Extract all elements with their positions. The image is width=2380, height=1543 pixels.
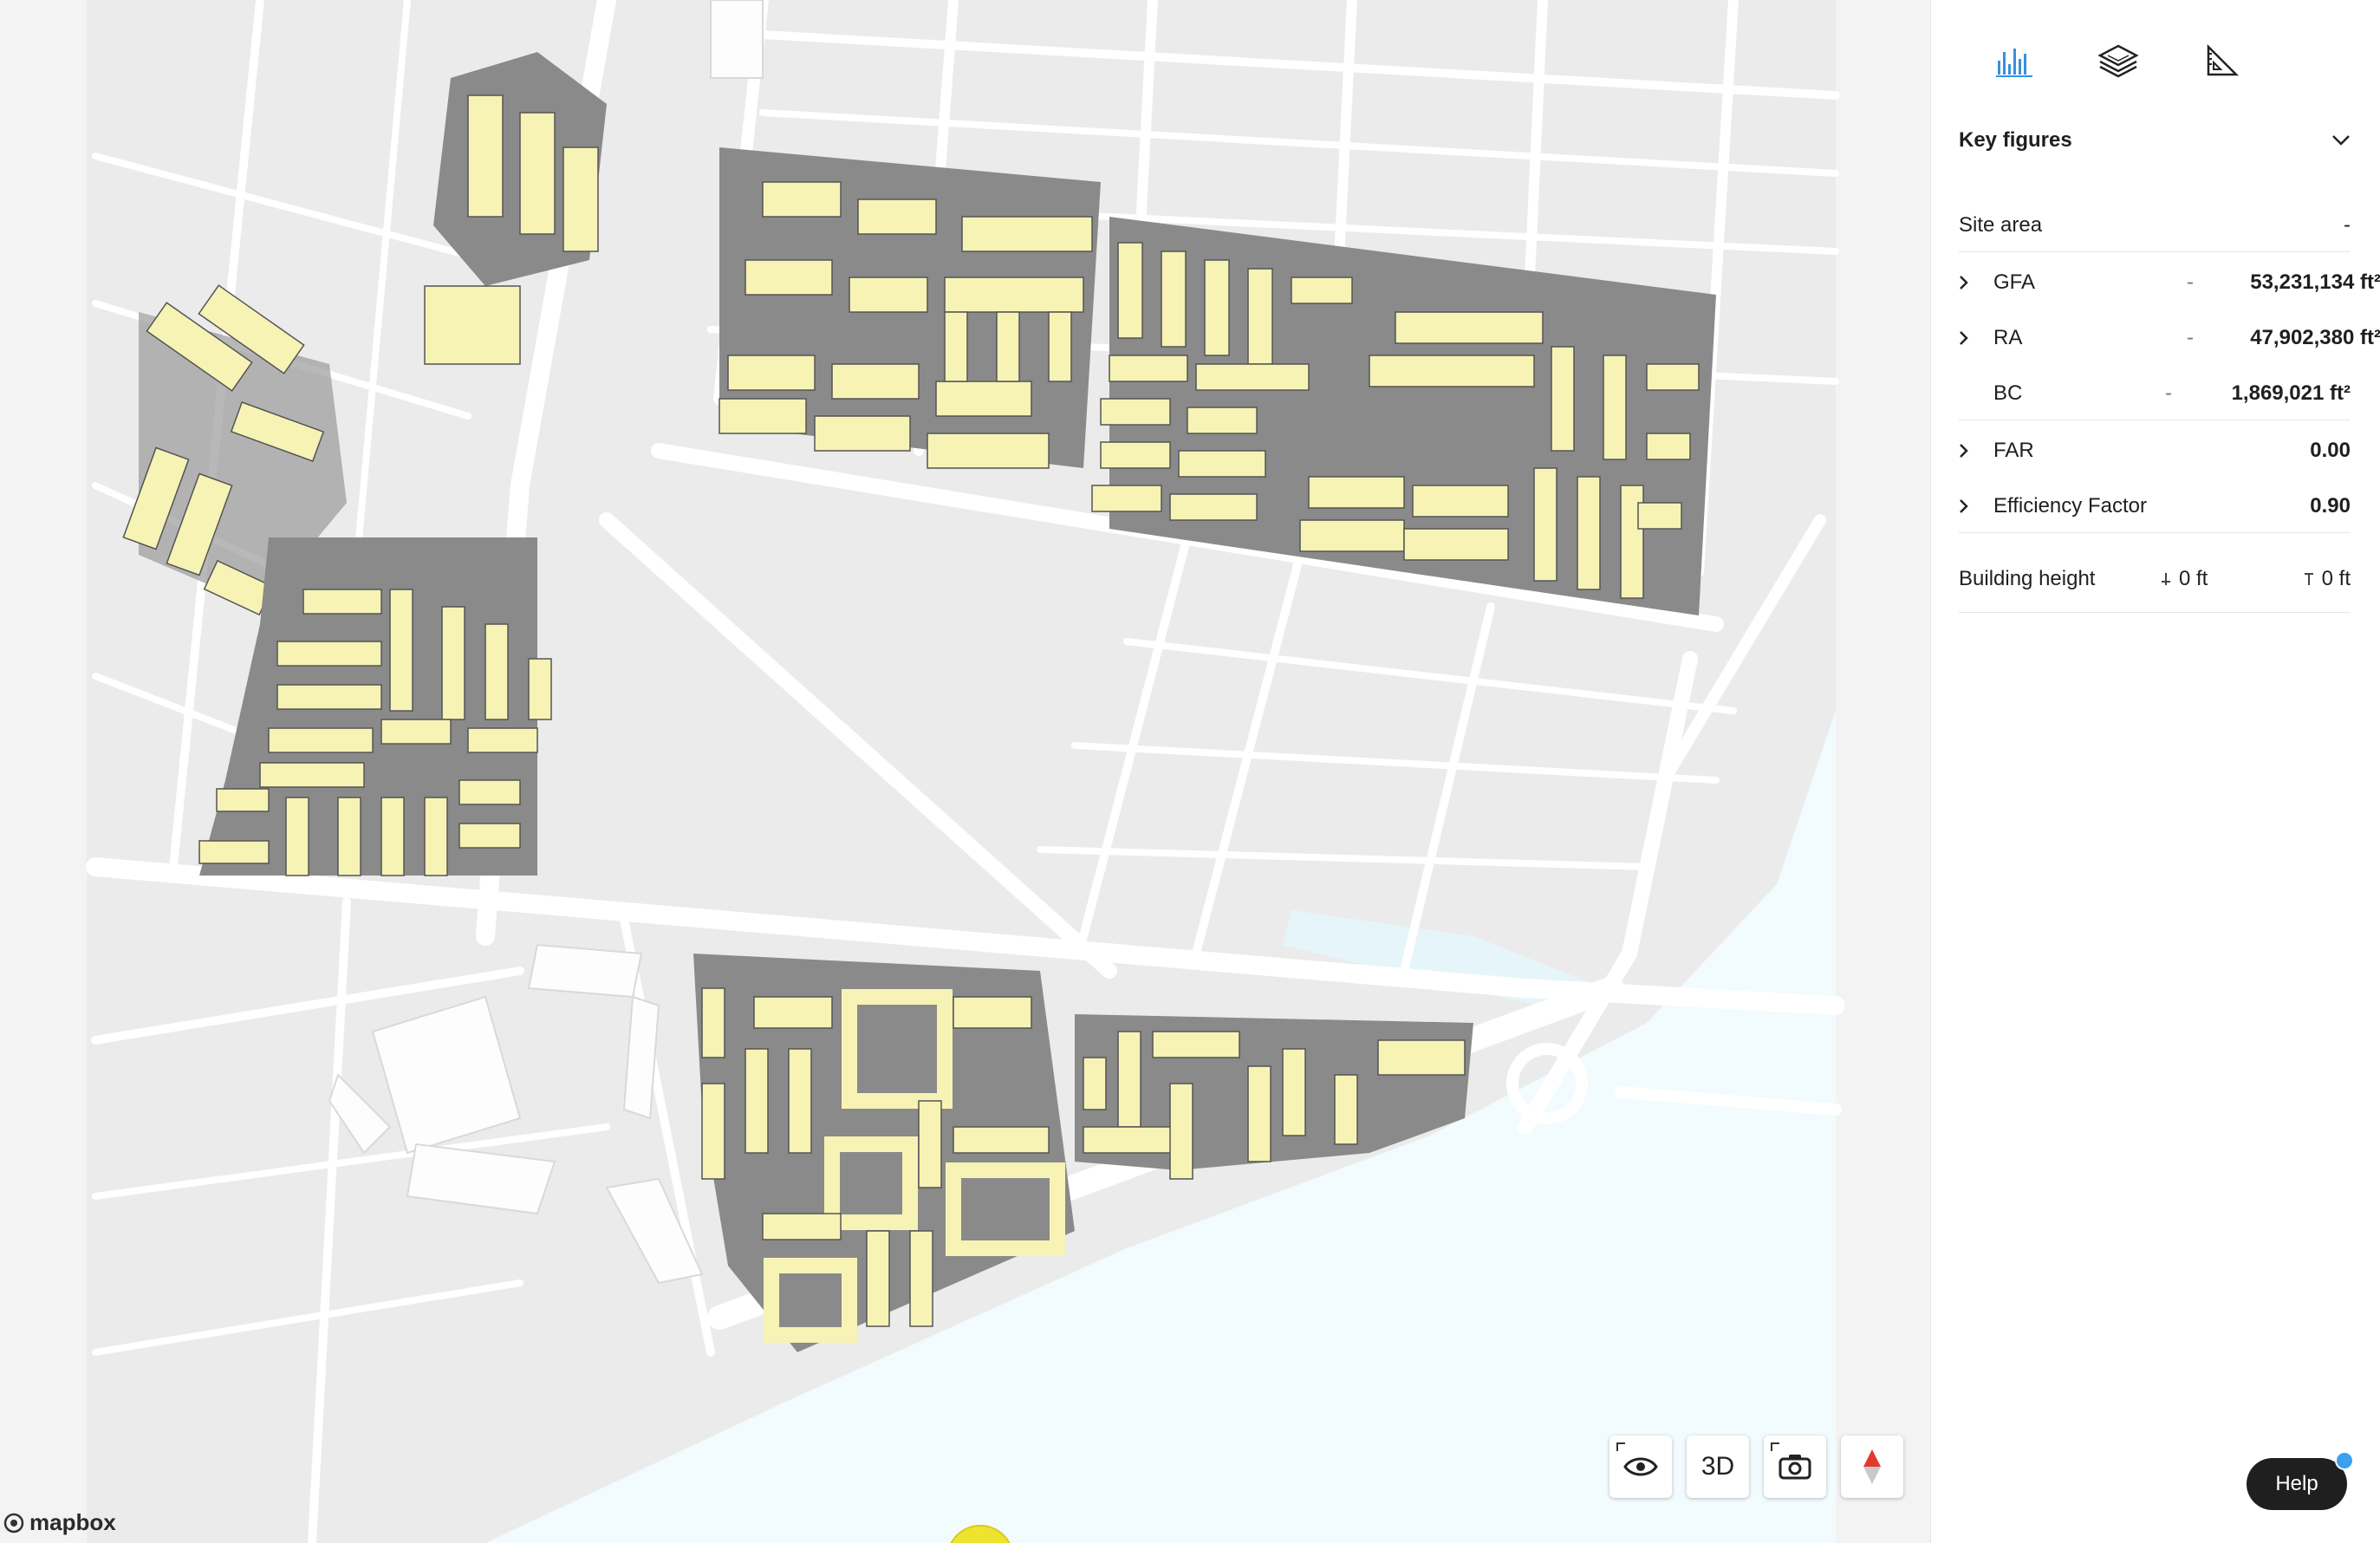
bar-chart-icon <box>1996 49 2032 77</box>
tab-measure[interactable] <box>2200 38 2245 83</box>
row-ra[interactable]: RA - 47,902,380 ft² <box>1959 312 2380 364</box>
row-building-height: Building height 0 ft 0 ft <box>1959 546 2351 613</box>
visibility-toggle-button[interactable] <box>1609 1436 1672 1498</box>
3d-label: 3D <box>1700 1452 1735 1481</box>
mapbox-label: mapbox <box>29 1509 116 1535</box>
help-button[interactable]: Help <box>2247 1458 2347 1510</box>
help-label: Help <box>2275 1472 2318 1495</box>
tab-layers[interactable] <box>2096 38 2141 83</box>
row-site-area: Site area - <box>1959 199 2351 252</box>
building-height-label: Building height <box>1959 567 2096 590</box>
side-panel: Key figures Site area - GFA - 53,231,134… <box>1930 0 2380 1543</box>
section-title: Key figures <box>1959 128 2072 152</box>
corner-mark <box>1616 1442 1625 1451</box>
panel-tabs <box>1931 38 2380 83</box>
map-controls: 3D <box>1609 1436 1903 1498</box>
mapbox-attribution[interactable]: mapbox <box>3 1509 116 1536</box>
3d-toggle-button[interactable]: 3D <box>1687 1436 1749 1498</box>
mapbox-icon <box>3 1513 24 1533</box>
height-min-icon <box>2162 573 2170 585</box>
chevron-right-icon[interactable] <box>1959 275 1993 290</box>
building-height-min: 0 ft <box>2160 567 2281 591</box>
row-far[interactable]: FAR 0.00 <box>1959 425 2351 477</box>
help-notification-dot <box>2335 1451 2354 1470</box>
far-value: 0.00 <box>2310 439 2351 462</box>
building-height-max-value: 0 ft <box>2321 567 2351 590</box>
compass-button[interactable] <box>1841 1436 1903 1498</box>
tab-key-figures[interactable] <box>1992 38 2037 83</box>
bc-dash: - <box>2165 381 2172 405</box>
ra-value: 47,902,380 ft² <box>2250 326 2380 349</box>
height-max-icon <box>2304 573 2313 585</box>
key-figures-header[interactable]: Key figures <box>1959 123 2351 158</box>
building-height-max: 0 ft <box>2281 567 2351 591</box>
far-label: FAR <box>1993 439 2034 462</box>
ra-label: RA <box>1993 326 2023 349</box>
gfa-value: 53,231,134 ft² <box>2250 270 2380 294</box>
compass-icon <box>1863 1449 1881 1484</box>
row-efficiency-factor[interactable]: Efficiency Factor 0.90 <box>1959 480 2351 533</box>
map-view[interactable]: mapbox 3D <box>0 0 1930 1543</box>
chevron-right-icon[interactable] <box>1959 498 1993 514</box>
site-area-label: Site area <box>1959 213 2043 237</box>
layers-icon <box>2097 44 2139 78</box>
eye-icon <box>1623 1457 1658 1476</box>
building-cluster-north-center <box>719 147 1101 469</box>
building-height-min-value: 0 ft <box>2179 567 2208 590</box>
efficiency-label: Efficiency Factor <box>1993 494 2147 518</box>
ra-dash: - <box>2187 326 2194 349</box>
row-gfa[interactable]: GFA - 53,231,134 ft² <box>1959 257 2380 309</box>
gfa-label: GFA <box>1993 270 2036 294</box>
ruler-triangle-icon <box>2207 43 2240 76</box>
row-bc: BC - 1,869,021 ft² <box>1959 368 2351 420</box>
bc-value: 1,869,021 ft² <box>2231 381 2351 405</box>
corner-mark <box>1771 1442 1779 1451</box>
chevron-right-icon[interactable] <box>1959 330 1993 346</box>
map-canvas[interactable] <box>0 0 1930 1543</box>
site-area-value: - <box>2344 213 2351 237</box>
efficiency-value: 0.90 <box>2310 494 2351 518</box>
chevron-down-icon[interactable] <box>2331 134 2351 146</box>
bc-label: BC <box>1993 381 2023 405</box>
camera-icon <box>1778 1455 1811 1480</box>
screenshot-button[interactable] <box>1764 1436 1826 1498</box>
gfa-dash: - <box>2187 270 2194 294</box>
chevron-right-icon[interactable] <box>1959 443 1993 459</box>
